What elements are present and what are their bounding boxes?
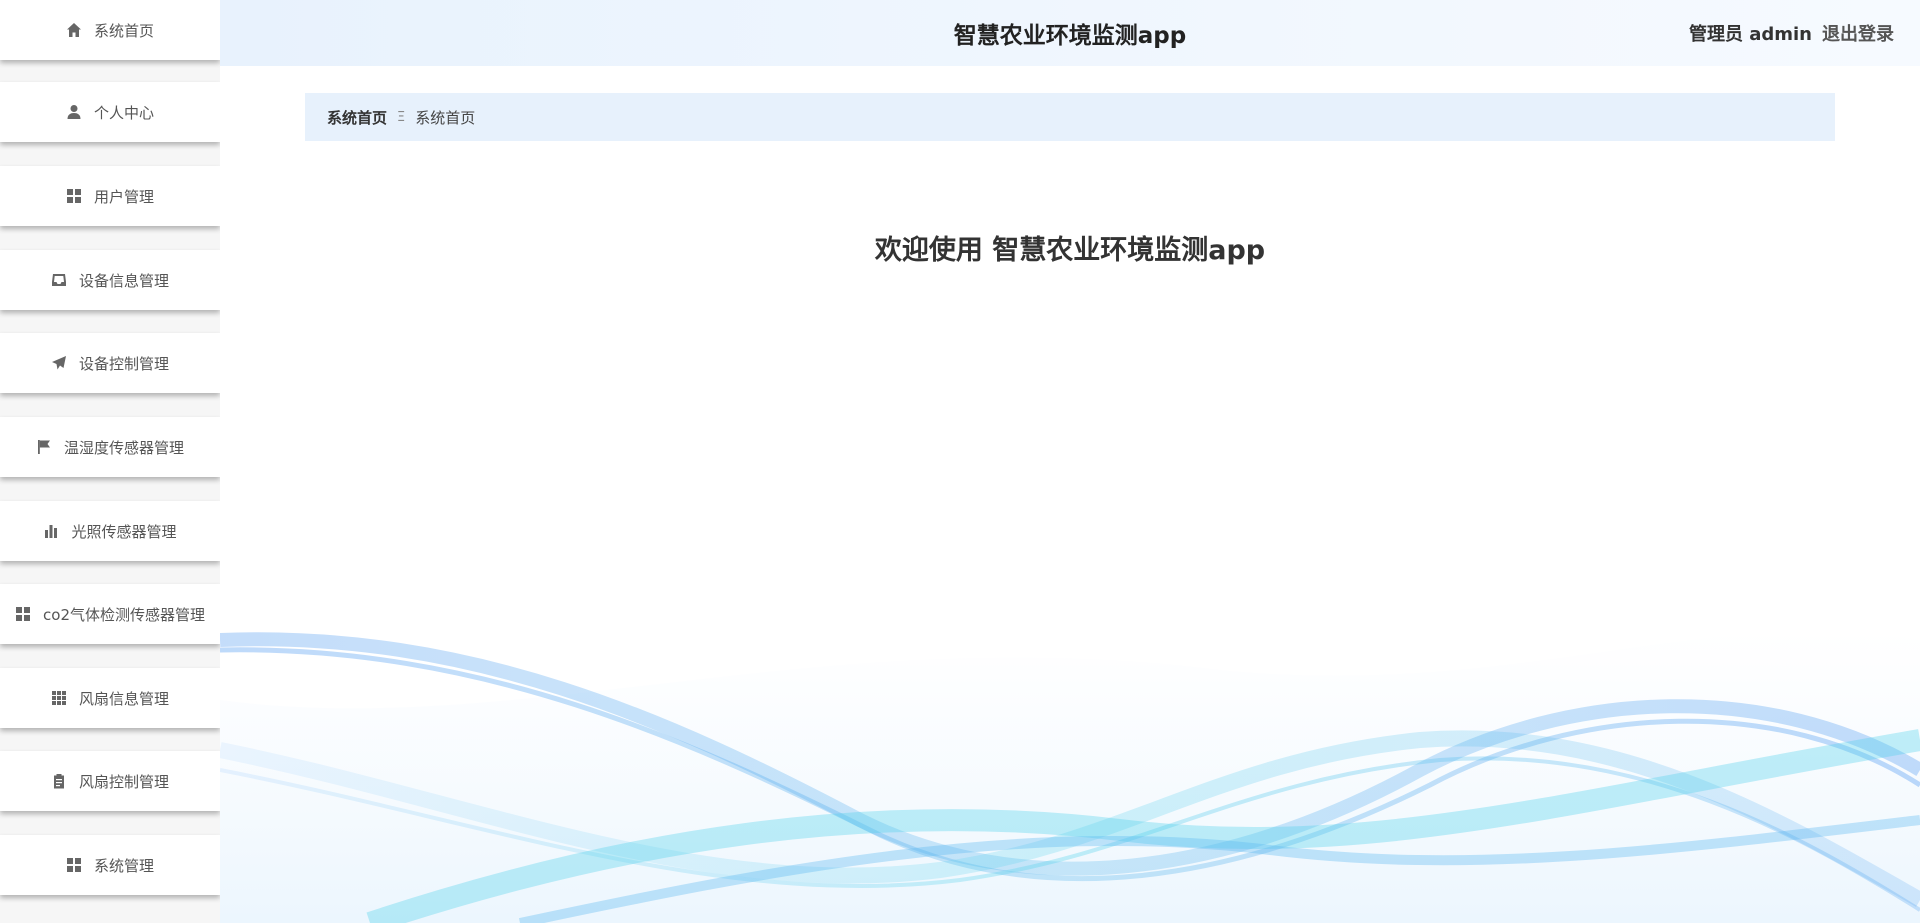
- logout-button[interactable]: 退出登录: [1822, 20, 1894, 46]
- sidebar-item-home[interactable]: 系统首页: [0, 0, 220, 60]
- breadcrumb-separator-icon: Ξ: [397, 109, 406, 125]
- sidebar-item-label: 个人中心: [93, 103, 154, 122]
- breadcrumb-home-link[interactable]: 系统首页: [327, 107, 387, 128]
- sidebar-item-label: 温湿度传感器管理: [63, 438, 184, 457]
- sidebar-item-label: 风扇控制管理: [78, 772, 169, 791]
- welcome-title: 欢迎使用 智慧农业环境监测app: [874, 235, 1266, 266]
- user-icon: [66, 104, 82, 120]
- sidebar-item-label: 设备控制管理: [78, 354, 169, 373]
- grid-3x3-icon: [51, 690, 67, 706]
- sidebar-item-label: co2气体检测传感器管理: [43, 605, 205, 624]
- breadcrumb-current: 系统首页: [415, 108, 476, 127]
- admin-label: 管理员 admin: [1688, 24, 1812, 45]
- grid-icon: [15, 606, 31, 622]
- sidebar: 系统首页 个人中心 用户管理 设备信息管理 设备控制管理 温湿度传感器管理 光照…: [0, 0, 220, 923]
- user-area: 管理员 admin 退出登录: [1689, 0, 1894, 66]
- sidebar-item-label: 设备信息管理: [78, 271, 169, 290]
- sidebar-item-label: 系统管理: [93, 856, 154, 875]
- sidebar-item-profile[interactable]: 个人中心: [0, 82, 220, 142]
- inbox-icon: [51, 272, 67, 288]
- home-icon: [66, 22, 82, 38]
- bar-chart-icon: [43, 523, 59, 539]
- sidebar-item-label: 光照传感器管理: [71, 522, 177, 541]
- wave-background: [220, 630, 1920, 923]
- grid-icon: [66, 188, 82, 204]
- grid-icon: [66, 857, 82, 873]
- sidebar-item-device-control[interactable]: 设备控制管理: [0, 333, 220, 393]
- sidebar-item-device-info[interactable]: 设备信息管理: [0, 250, 220, 310]
- sidebar-item-label: 风扇信息管理: [78, 689, 169, 708]
- sidebar-item-label: 系统首页: [93, 21, 154, 40]
- sidebar-item-system[interactable]: 系统管理: [0, 835, 220, 895]
- sidebar-item-co2-sensor[interactable]: co2气体检测传感器管理: [0, 584, 220, 644]
- sidebar-item-temp-humidity[interactable]: 温湿度传感器管理: [0, 417, 220, 477]
- sidebar-item-users[interactable]: 用户管理: [0, 166, 220, 226]
- sidebar-item-light-sensor[interactable]: 光照传感器管理: [0, 501, 220, 561]
- sidebar-item-fan-control[interactable]: 风扇控制管理: [0, 751, 220, 811]
- sidebar-item-label: 用户管理: [93, 187, 154, 206]
- top-header: 智慧农业环境监测app 管理员 admin 退出登录: [220, 0, 1920, 66]
- clipboard-icon: [51, 773, 67, 789]
- app-title: 智慧农业环境监测app: [953, 23, 1187, 49]
- breadcrumb: 系统首页 Ξ 系统首页: [305, 93, 1835, 141]
- sidebar-item-fan-info[interactable]: 风扇信息管理: [0, 668, 220, 728]
- paper-plane-icon: [51, 355, 67, 371]
- flag-icon: [36, 439, 52, 455]
